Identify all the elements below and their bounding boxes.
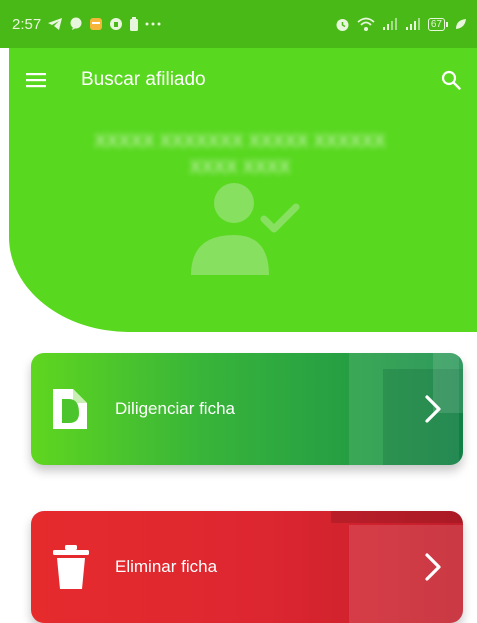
status-right: 67 <box>335 17 467 32</box>
card-decoration <box>331 511 463 523</box>
status-time: 2:57 <box>12 15 42 33</box>
document-icon <box>53 389 87 429</box>
signal-icon <box>405 18 420 30</box>
search-button[interactable] <box>433 62 469 98</box>
diligenciar-ficha-card[interactable]: Diligenciar ficha <box>31 353 463 465</box>
battery-level: 67 <box>427 17 445 31</box>
card-decoration <box>349 525 463 623</box>
leaf-icon <box>456 19 466 29</box>
battery-saver-icon <box>130 16 139 31</box>
telegram-icon <box>48 18 63 30</box>
page-title: Buscar afiliado <box>81 69 206 90</box>
menu-icon <box>26 73 46 88</box>
eliminar-ficha-card[interactable]: Eliminar ficha <box>31 511 463 623</box>
menu-button[interactable] <box>18 62 54 98</box>
battery-icon: 67 <box>427 17 448 31</box>
app-bar: Buscar afiliado <box>0 48 477 112</box>
trash-icon <box>53 545 89 589</box>
notes-app-icon <box>90 18 103 30</box>
chat-bubble-icon <box>70 17 82 30</box>
card-label: Diligenciar ficha <box>115 399 235 418</box>
search-icon <box>441 70 461 90</box>
chevron-right-icon <box>425 553 441 581</box>
more-notifications-icon <box>145 22 161 26</box>
status-bar: 2:57 67 <box>0 0 477 48</box>
status-left: 2:57 <box>12 16 161 33</box>
alarm-icon <box>336 18 349 31</box>
card-label: Eliminar ficha <box>115 557 218 576</box>
signal-icon <box>382 18 397 30</box>
affiliate-name-line2: XXXX XXXX <box>189 157 291 177</box>
affiliate-name-line1: XXXXX XXXXXXX XXXXX XXXXXX <box>94 131 386 151</box>
user-check-icon <box>191 183 300 275</box>
chevron-right-icon <box>425 395 441 423</box>
affiliate-name: XXXXX XXXXXXX XXXXX XXXXXX XXXX XXXX <box>40 128 440 180</box>
wifi-icon <box>357 17 375 31</box>
vpn-icon <box>110 18 123 30</box>
